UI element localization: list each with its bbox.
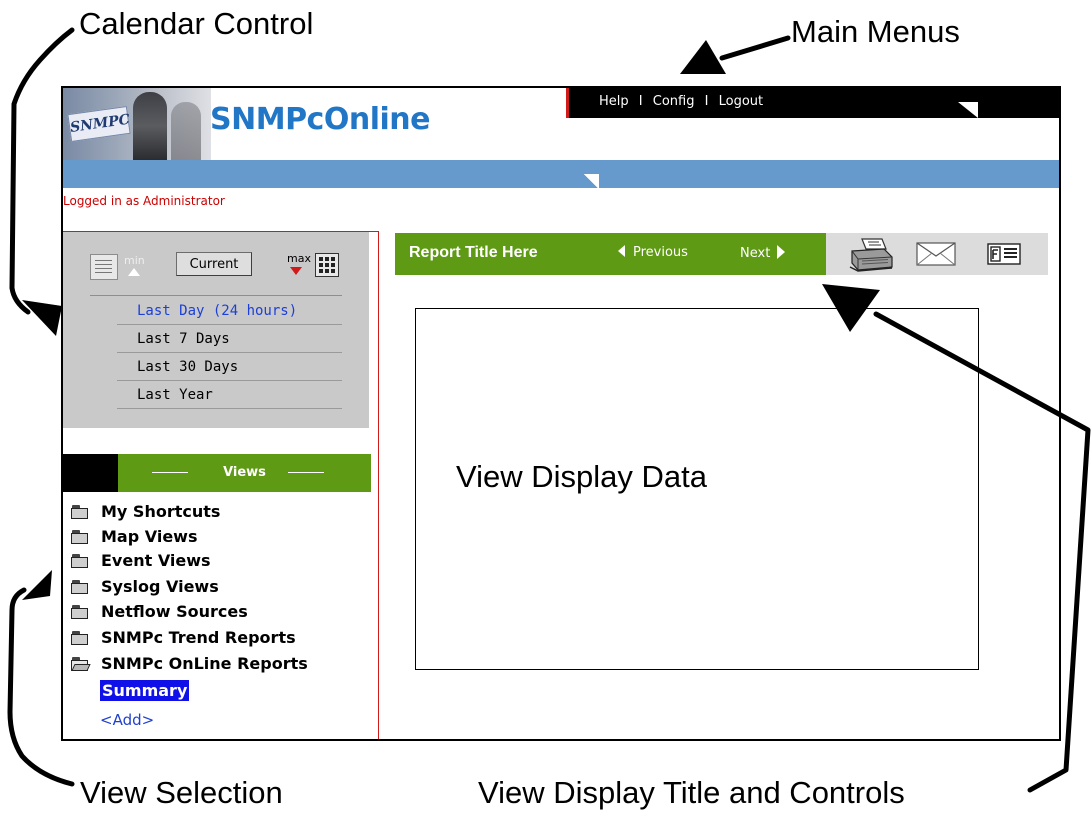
report-tools <box>826 233 1048 275</box>
menu-separator: I <box>638 94 643 109</box>
menu-help-link[interactable]: Help <box>599 94 629 109</box>
logged-in-status: Logged in as Administrator <box>63 194 225 208</box>
annotation-main-menus: Main Menus <box>791 14 960 49</box>
folder-icon <box>71 605 89 619</box>
view-display-area: View Display Data <box>415 308 979 670</box>
max-label: max <box>287 252 311 265</box>
main-menu-bar: Help I Config I Logout <box>566 88 1059 118</box>
view-selection-arrowhead <box>22 570 52 600</box>
menus-arrowhead <box>680 40 726 74</box>
folder-icon <box>71 554 89 568</box>
range-last-year[interactable]: Last Year <box>117 382 342 409</box>
range-last-30-days[interactable]: Last 30 Days <box>117 354 342 381</box>
min-label: min <box>124 254 145 267</box>
left-panel: min Current max Last Day (24 hours) Last… <box>63 231 379 739</box>
range-last-day[interactable]: Last Day (24 hours) <box>117 298 342 325</box>
max-arrow-icon[interactable] <box>290 267 302 275</box>
report-title: Report Title Here <box>409 244 538 261</box>
calendar-arrowhead <box>22 300 62 336</box>
annotation-calendar-control: Calendar Control <box>79 6 314 41</box>
calendar-icon[interactable] <box>315 253 339 277</box>
views-header: Views <box>63 454 371 492</box>
view-display-text: View Display Data <box>456 459 707 494</box>
calendar-separator <box>90 295 342 296</box>
folder-icon <box>71 580 89 594</box>
next-arrow-icon <box>777 245 786 259</box>
calendar-control: min Current max Last Day (24 hours) Last… <box>63 232 369 428</box>
main-menu-links: Help I Config I Logout <box>596 94 766 109</box>
tree-item-summary[interactable]: Summary <box>100 680 190 701</box>
current-button[interactable]: Current <box>176 252 252 276</box>
annotation-view-display-title: View Display Title and Controls <box>478 775 905 810</box>
menu-separator: I <box>704 94 709 109</box>
folder-icon <box>71 631 89 645</box>
logo-photo: SNMPC <box>63 88 211 160</box>
app-title: SNMPcOnline <box>210 102 430 137</box>
list-icon[interactable] <box>90 254 118 280</box>
app-window: SNMPC SNMPcOnline Help I Config I Logout… <box>61 86 1061 741</box>
menus-arrow-line <box>719 35 791 61</box>
mail-icon[interactable] <box>916 242 956 266</box>
export-icon[interactable] <box>987 242 1021 266</box>
next-button[interactable]: Next <box>740 245 786 261</box>
add-view-link[interactable]: <Add> <box>100 711 154 729</box>
annotation-view-selection: View Selection <box>80 775 283 810</box>
folder-icon <box>71 505 89 519</box>
menu-logout-link[interactable]: Logout <box>719 94 764 109</box>
previous-arrow-icon <box>618 245 625 257</box>
previous-button[interactable]: Previous <box>618 245 688 260</box>
logo-tag: SNMPC <box>67 105 131 143</box>
menu-config-link[interactable]: Config <box>653 94 695 109</box>
views-title: Views <box>223 465 266 480</box>
report-title-bar: Report Title Here Previous Next <box>395 233 826 275</box>
folder-icon <box>71 530 89 544</box>
app-header: SNMPC SNMPcOnline Help I Config I Logout <box>63 88 1059 160</box>
min-arrow-icon[interactable] <box>128 268 140 276</box>
printer-icon[interactable] <box>848 237 894 273</box>
open-folder-icon <box>71 657 91 671</box>
range-last-7-days[interactable]: Last 7 Days <box>117 326 342 353</box>
